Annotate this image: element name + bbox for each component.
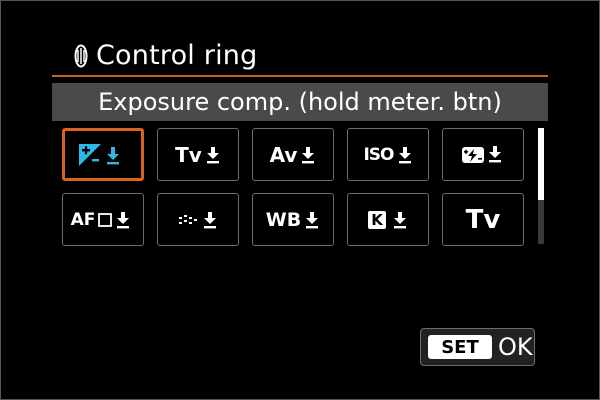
- exposure-compensation-icon: [79, 143, 119, 166]
- ok-label: OK: [498, 333, 533, 361]
- lock-arrow-icon: [398, 146, 411, 163]
- set-button-badge: SET: [428, 335, 492, 359]
- option-tv-plain[interactable]: Tv: [442, 193, 524, 246]
- lock-arrow-icon: [394, 211, 406, 228]
- control-ring-icon: [74, 44, 88, 68]
- description-bar: Exposure comp. (hold meter. btn): [52, 83, 548, 121]
- scrollbar[interactable]: [538, 128, 544, 244]
- scrollbar-thumb[interactable]: [538, 128, 544, 200]
- af-point-icon: [98, 211, 130, 228]
- drive-mode-icon: [179, 211, 216, 228]
- lock-arrow-icon: [206, 146, 219, 163]
- lock-arrow-icon: [302, 146, 315, 163]
- option-drive[interactable]: [157, 193, 239, 246]
- option-color-temp[interactable]: K: [347, 193, 429, 246]
- function-description: Exposure comp. (hold meter. btn): [98, 88, 502, 116]
- color-temperature-icon: K: [368, 210, 386, 229]
- option-tv[interactable]: Tv: [157, 128, 239, 181]
- option-wb[interactable]: WB: [252, 193, 334, 246]
- lock-arrow-icon: [306, 211, 319, 228]
- header: Control ring: [74, 40, 257, 71]
- flash-exposure-compensation-icon: [462, 145, 501, 163]
- option-iso[interactable]: ISO: [347, 128, 429, 181]
- option-exposure-comp[interactable]: [62, 128, 144, 181]
- set-ok-button[interactable]: SET OK: [420, 328, 535, 366]
- header-divider: [52, 75, 548, 77]
- option-flash-comp[interactable]: [442, 128, 524, 181]
- page-title: Control ring: [96, 40, 258, 71]
- option-av[interactable]: Av: [252, 128, 334, 181]
- option-af[interactable]: AF: [62, 193, 144, 246]
